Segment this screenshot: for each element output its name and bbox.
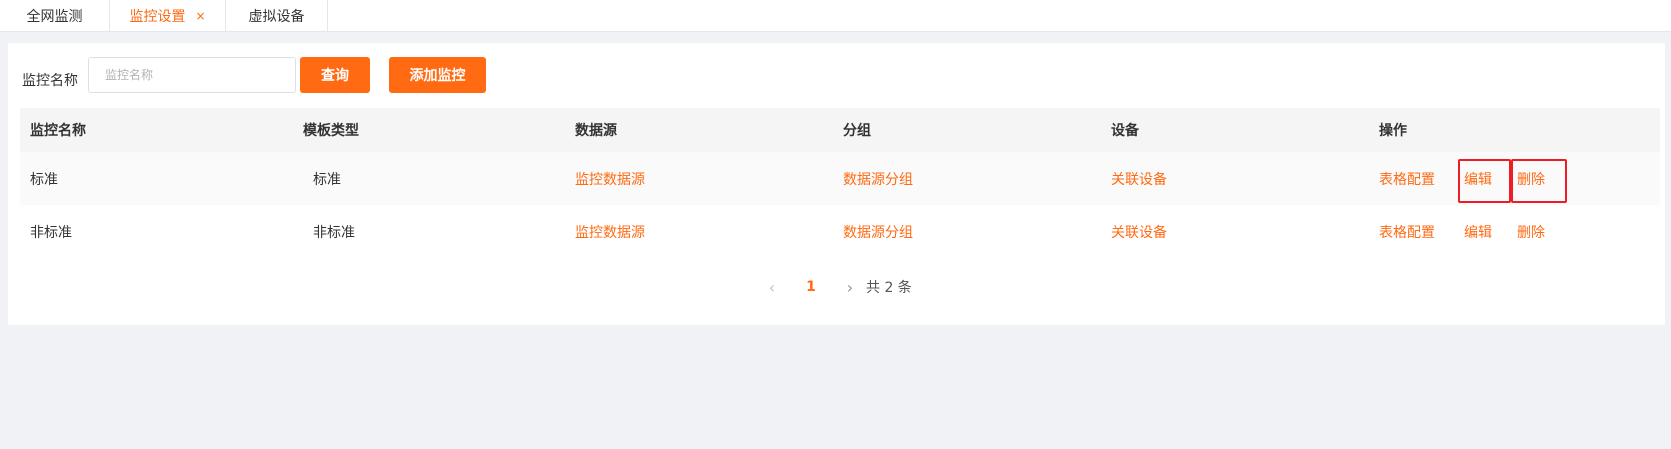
table-config-link[interactable]: 表格配置 [1379,205,1435,258]
group-link[interactable]: 数据源分组 [843,205,913,258]
device-link[interactable]: 关联设备 [1111,152,1167,205]
tab-virtual-devices[interactable]: 虚拟设备 [226,0,328,32]
column-header: 数据源 [575,123,617,139]
column-header: 分组 [843,123,871,139]
monitor-table: 监控名称 模板类型 数据源 分组 设备 操作 标准 标准 监控数据源 数据源分组… [20,108,1660,258]
column-header: 操作 [1379,123,1407,139]
table-row: 标准 标准 监控数据源 数据源分组 关联设备 表格配置 编辑 删除 [20,152,1660,205]
table-config-link[interactable]: 表格配置 [1379,152,1435,205]
tab-bar: 全网监测 监控设置 × 虚拟设备 [0,0,1671,32]
datasource-link[interactable]: 监控数据源 [575,205,645,258]
column-header: 设备 [1111,123,1139,139]
datasource-link[interactable]: 监控数据源 [575,152,645,205]
group-link[interactable]: 数据源分组 [843,152,913,205]
tab-label: 全网监测 [26,9,83,25]
device-link[interactable]: 关联设备 [1111,205,1167,258]
pagination: ‹ 1 › 共 2 条 [0,275,1671,299]
column-header: 模板类型 [303,123,359,139]
edit-link[interactable]: 编辑 [1464,205,1492,258]
page-number-button[interactable]: 1 [801,275,821,299]
chevron-right-icon[interactable]: › [840,275,860,299]
tab-network-monitoring[interactable]: 全网监测 [0,0,110,32]
monitor-name-label: 监控名称 [22,73,78,89]
add-monitor-button[interactable]: 添加监控 [389,57,486,93]
template-type-cell: 非标准 [313,224,355,241]
close-icon[interactable]: × [195,10,205,22]
delete-link[interactable]: 删除 [1517,152,1545,205]
monitor-name-cell: 非标准 [30,224,72,241]
edit-link[interactable]: 编辑 [1464,152,1492,205]
monitor-name-input[interactable] [88,57,296,93]
table-row: 非标准 非标准 监控数据源 数据源分组 关联设备 表格配置 编辑 删除 [20,205,1660,258]
delete-link[interactable]: 删除 [1517,205,1545,258]
chevron-left-icon[interactable]: ‹ [762,275,782,299]
monitor-name-cell: 标准 [30,171,58,188]
column-header: 监控名称 [30,123,86,139]
tab-monitor-settings[interactable]: 监控设置 × [110,0,226,32]
table-header-row: 监控名称 模板类型 数据源 分组 设备 操作 [20,108,1660,152]
template-type-cell: 标准 [313,171,341,188]
query-button[interactable]: 查询 [300,57,370,93]
total-count: 共 2 条 [866,280,912,296]
tab-label: 监控设置 [129,9,186,25]
tab-label: 虚拟设备 [248,9,305,25]
